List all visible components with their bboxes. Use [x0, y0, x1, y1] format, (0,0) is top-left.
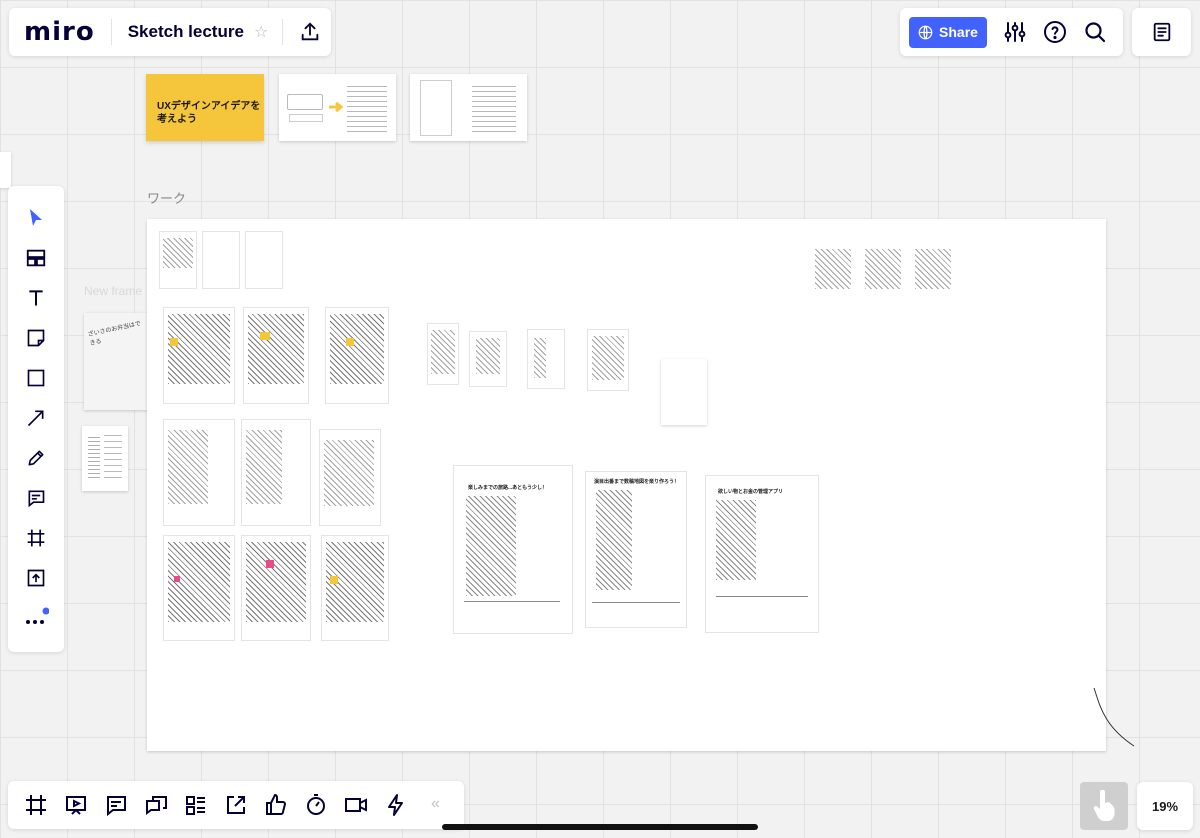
upload-icon	[27, 569, 45, 587]
comments-icon[interactable]	[104, 793, 128, 817]
sketch-sheet[interactable]	[325, 307, 389, 404]
sketch-sheet[interactable]	[319, 429, 381, 526]
sketch-sheet[interactable]	[527, 329, 565, 389]
sketch-sheet[interactable]	[241, 419, 311, 526]
help-icon[interactable]	[1043, 20, 1067, 44]
collaboration-toolbar: «	[8, 781, 464, 829]
search-icon[interactable]	[1083, 20, 1107, 44]
lightning-icon[interactable]	[384, 793, 408, 817]
globe-icon	[918, 25, 933, 39]
thumbnail-frame[interactable]	[410, 74, 527, 141]
upload-tool[interactable]	[22, 564, 50, 592]
sketch-sheet[interactable]	[469, 331, 507, 387]
frame-tool[interactable]	[22, 524, 50, 552]
sheet-title: 演目出番まで数稿地図を楽り作ろう！	[594, 479, 680, 485]
app-idea-sheet[interactable]: 楽しみまでの旅路...あともう少し！	[453, 465, 573, 634]
video-chat-icon[interactable]	[344, 793, 368, 817]
select-tool[interactable]	[22, 204, 50, 232]
work-frame[interactable]: 楽しみまでの旅路...あともう少し！ 演目出番まで数稿地図を楽り作ろう！ 欲しい…	[147, 219, 1106, 751]
shape-tool[interactable]	[22, 364, 50, 392]
handwritten-note-card[interactable]: ざいさのお弁当はできる	[84, 313, 150, 410]
pen-icon	[28, 450, 44, 466]
templates-tool[interactable]	[22, 244, 50, 272]
notes-icon	[1153, 22, 1170, 42]
board-actions: Share	[900, 8, 1123, 56]
sketch-sheet[interactable]	[811, 245, 855, 305]
share-button[interactable]: Share	[909, 16, 987, 48]
export-icon[interactable]	[299, 21, 321, 43]
templates-icon	[26, 249, 46, 267]
zoom-level[interactable]: 19%	[1137, 782, 1193, 830]
board-notes-button[interactable]	[1132, 8, 1191, 56]
comment-icon	[28, 490, 45, 508]
pen-tool[interactable]	[22, 444, 50, 472]
sketch-sheet[interactable]	[163, 535, 235, 641]
more-icon	[26, 607, 49, 624]
sketch-sheet[interactable]	[163, 307, 235, 404]
sheet-title: 楽しみまでの旅路...あともう少し！	[468, 485, 548, 491]
shape-icon	[27, 369, 45, 387]
connection-line-tool[interactable]	[22, 404, 50, 432]
frames-icon[interactable]	[24, 793, 48, 817]
board-title[interactable]: Sketch lecture	[112, 22, 254, 42]
chat-icon[interactable]	[144, 793, 168, 817]
ghost-frame-label: New frame	[84, 284, 143, 298]
miro-logo[interactable]: miro	[9, 17, 111, 47]
frame-icon	[27, 529, 45, 547]
blank-card[interactable]	[661, 359, 707, 425]
sketch-sheet[interactable]	[202, 231, 240, 289]
hand-tool-button[interactable]	[1080, 782, 1128, 830]
section-label: ワーク	[147, 191, 187, 206]
sketch-sheet[interactable]	[241, 535, 311, 641]
sketch-sheet[interactable]	[911, 245, 955, 305]
home-indicator	[442, 824, 758, 830]
arrow-icon	[27, 410, 44, 427]
sketch-sheet[interactable]	[427, 323, 459, 385]
presentation-icon[interactable]	[64, 793, 88, 817]
mini-sheet[interactable]	[82, 426, 128, 491]
sketch-sheet[interactable]	[163, 419, 235, 526]
sketch-sheet[interactable]	[587, 329, 629, 391]
select-icon	[30, 209, 42, 226]
voting-icon[interactable]	[264, 793, 288, 817]
app-idea-sheet[interactable]: 演目出番まで数稿地図を楽り作ろう！	[585, 471, 687, 628]
creation-toolbar	[8, 186, 64, 652]
share-label: Share	[939, 24, 978, 40]
collapse-toolbar-icon[interactable]: «	[431, 795, 440, 813]
sticky-note[interactable]: UXデザインアイデアを考えよう	[146, 74, 264, 141]
sticky-note-icon	[27, 329, 45, 347]
star-icon[interactable]: ☆	[254, 22, 268, 42]
more-tools[interactable]	[22, 604, 50, 632]
sticky-note-tool[interactable]	[22, 324, 50, 352]
hand-pointer-icon	[1093, 790, 1115, 821]
sketch-sheet[interactable]	[243, 307, 309, 404]
sketch-sheet[interactable]	[321, 535, 389, 641]
share-screen-icon[interactable]	[224, 793, 248, 817]
sketch-sheet[interactable]	[861, 245, 905, 305]
sketch-sheet[interactable]	[245, 231, 283, 289]
divider	[282, 19, 284, 45]
app-idea-sheet[interactable]: 欲しい物とお金の管理アプリ	[705, 475, 819, 633]
timer-icon[interactable]	[304, 793, 328, 817]
text-tool[interactable]	[22, 284, 50, 312]
settings-sliders-icon[interactable]	[1003, 20, 1027, 44]
text-icon	[29, 290, 43, 306]
board-header: miro Sketch lecture ☆	[9, 8, 331, 56]
sketch-sheet[interactable]	[159, 231, 197, 289]
handwritten-note: ざいさのお弁当はできる	[87, 321, 142, 348]
sheet-title: 欲しい物とお金の管理アプリ	[718, 489, 784, 495]
cards-icon[interactable]	[184, 793, 208, 817]
pen-stroke[interactable]	[1090, 686, 1140, 750]
thumbnail-frame[interactable]	[279, 74, 396, 141]
offscreen-item	[0, 152, 11, 188]
comment-tool[interactable]	[22, 484, 50, 512]
